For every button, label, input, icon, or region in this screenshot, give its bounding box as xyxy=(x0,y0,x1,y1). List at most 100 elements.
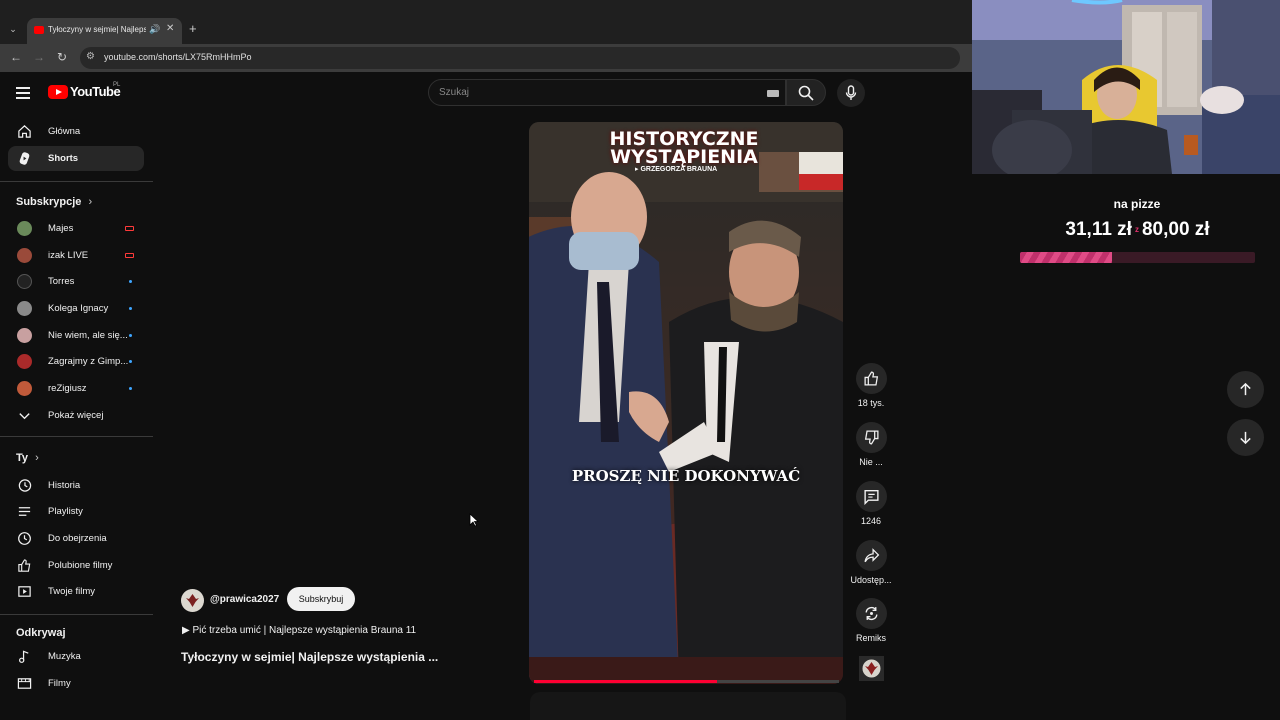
tab-search-icon[interactable]: ⌄ xyxy=(6,22,20,36)
url-text: youtube.com/shorts/LX75RmHHmPo xyxy=(104,52,252,62)
you-heading[interactable]: Ty › xyxy=(16,452,39,464)
sidebar-item-label: Kolega Ignacy xyxy=(48,303,109,314)
sound-avatar[interactable] xyxy=(859,656,884,681)
avatar xyxy=(17,328,32,343)
previous-short-button[interactable] xyxy=(1227,371,1264,408)
share-label: Udostęp... xyxy=(850,575,892,585)
keyboard-icon[interactable] xyxy=(767,90,779,97)
avatar xyxy=(17,381,32,396)
sidebar-item-your-videos[interactable]: Twoje filmy xyxy=(8,579,144,604)
clock-icon xyxy=(18,532,31,545)
sidebar-item-label: Playlisty xyxy=(48,506,83,517)
sidebar-item-subscription[interactable]: reZigiusz xyxy=(8,376,144,401)
donation-goal-label: na pizze xyxy=(1113,197,1161,211)
channel-name[interactable]: @prawica2027 xyxy=(210,594,279,605)
sidebar-item-shorts[interactable]: Shorts xyxy=(8,146,144,171)
like-button[interactable] xyxy=(856,363,887,394)
avatar xyxy=(17,221,32,236)
donation-goal: 80,00 zł xyxy=(1141,219,1210,240)
new-content-dot-icon xyxy=(129,307,132,310)
arrow-up-icon xyxy=(1240,382,1251,396)
comments-button[interactable] xyxy=(856,481,887,512)
sidebar-item-music[interactable]: Muzyka xyxy=(8,644,144,669)
thumbs-down-icon xyxy=(864,430,879,445)
remix-label: Remiks xyxy=(855,633,886,643)
video-overlay-subtitle: ▸ GRZEGORZA BRAUNA xyxy=(635,166,718,173)
share-button[interactable] xyxy=(856,540,887,571)
video-frame-image xyxy=(529,122,843,684)
tab-title: Tyłoczyny w sejmie| Najlepsze wystąpieni… xyxy=(48,25,146,34)
share-icon xyxy=(864,548,880,563)
sidebar-item-subscription[interactable]: Nie wiem, ale się... xyxy=(8,323,144,348)
back-icon[interactable]: ← xyxy=(10,50,22,64)
sidebar-item-history[interactable]: Historia xyxy=(8,473,144,498)
live-badge-icon xyxy=(125,226,134,231)
sidebar-divider xyxy=(0,436,153,437)
voice-search-button[interactable] xyxy=(837,79,865,107)
avatar xyxy=(17,274,32,289)
short-video-player[interactable]: HISTORYCZNE WYSTĄPIENIA ▸ GRZEGORZA BRAU… xyxy=(529,122,843,684)
new-content-dot-icon xyxy=(129,280,132,283)
webcam-overlay xyxy=(972,0,1280,174)
address-bar: ← → ↻ ⚙ youtube.com/shorts/LX75RmHHmPo xyxy=(0,44,972,72)
remix-button[interactable] xyxy=(856,598,887,629)
short-title[interactable]: Tyłoczyny w sejmie| Najlepsze wystąpieni… xyxy=(181,650,438,664)
sidebar-item-label: Filmy xyxy=(48,678,71,689)
sidebar-item-label: Główna xyxy=(48,126,81,137)
search-button[interactable] xyxy=(786,79,826,106)
show-more-button[interactable]: Pokaż więcej xyxy=(8,403,144,428)
music-link[interactable]: ▶ Pić trzeba umić | Najlepsze wystąpieni… xyxy=(182,625,416,636)
sidebar-item-label: Zagrajmy z Gimp... xyxy=(48,356,129,367)
new-content-dot-icon xyxy=(129,334,132,337)
youtube-logo-icon[interactable] xyxy=(48,85,68,99)
donation-separator: z xyxy=(1134,225,1139,235)
subscriptions-heading[interactable]: Subskrypcje › xyxy=(16,196,92,208)
forward-icon[interactable]: → xyxy=(33,50,45,64)
search-input[interactable]: Szukaj xyxy=(428,79,786,106)
sidebar-item-subscription[interactable]: Kolega Ignacy xyxy=(8,296,144,321)
sidebar-item-label: Twoje filmy xyxy=(48,586,95,597)
video-progress-bar[interactable] xyxy=(534,680,839,683)
playlist-icon xyxy=(18,507,31,516)
shorts-icon xyxy=(19,152,30,165)
sidebar-item-liked[interactable]: Polubione filmy xyxy=(8,553,144,578)
sidebar-item-label: Muzyka xyxy=(48,651,81,662)
like-icon xyxy=(18,559,31,572)
sidebar-item-subscription[interactable]: izak LIVE xyxy=(8,243,144,268)
new-tab-icon[interactable]: + xyxy=(189,21,197,36)
sidebar-item-label: Polubione filmy xyxy=(48,560,113,571)
sidebar-item-playlists[interactable]: Playlisty xyxy=(8,499,144,524)
video-progress-fill xyxy=(534,680,717,683)
next-short-button[interactable] xyxy=(1227,419,1264,456)
menu-icon[interactable] xyxy=(16,87,30,102)
comment-count: 1246 xyxy=(860,516,882,526)
url-field[interactable]: ⚙ youtube.com/shorts/LX75RmHHmPo xyxy=(80,47,960,69)
microphone-icon xyxy=(845,85,857,100)
sidebar-item-label: izak LIVE xyxy=(48,250,89,261)
browser-tab-bar: ⌄ Tyłoczyny w sejmie| Najlepsze wystąpie… xyxy=(0,0,972,44)
reload-icon[interactable]: ↻ xyxy=(57,50,67,64)
donation-current: 31,11 zł xyxy=(1065,219,1132,240)
video-icon xyxy=(18,586,31,597)
dislike-button[interactable] xyxy=(856,422,887,453)
sidebar-item-home[interactable]: Główna xyxy=(8,119,144,144)
sidebar-item-watch-later[interactable]: Do obejrzenia xyxy=(8,526,144,551)
film-icon xyxy=(17,678,32,689)
sidebar-divider xyxy=(0,614,153,615)
subscribe-button[interactable]: Subskrybuj xyxy=(287,587,355,611)
dislike-label: Nie ... xyxy=(859,457,883,467)
site-info-icon[interactable]: ⚙ xyxy=(86,51,95,62)
sidebar-item-subscription[interactable]: Zagrajmy z Gimp... xyxy=(8,349,144,374)
sidebar-item-subscription[interactable]: Majes xyxy=(8,216,144,241)
sidebar-item-label: Historia xyxy=(48,480,81,491)
screen: ⌄ Tyłoczyny w sejmie| Najlepsze wystąpie… xyxy=(0,0,1280,720)
explore-heading: Odkrywaj xyxy=(16,627,66,639)
comment-icon xyxy=(864,489,879,505)
browser-tab[interactable]: Tyłoczyny w sejmie| Najlepsze wystąpieni… xyxy=(27,18,182,44)
speaker-icon[interactable]: 🔊 xyxy=(149,24,160,35)
sidebar-item-subscription[interactable]: Torres xyxy=(8,269,144,294)
youtube-favicon-icon xyxy=(34,26,44,34)
close-icon[interactable]: ✕ xyxy=(166,23,174,34)
channel-avatar[interactable] xyxy=(181,589,204,612)
sidebar-item-films[interactable]: Filmy xyxy=(8,671,144,696)
